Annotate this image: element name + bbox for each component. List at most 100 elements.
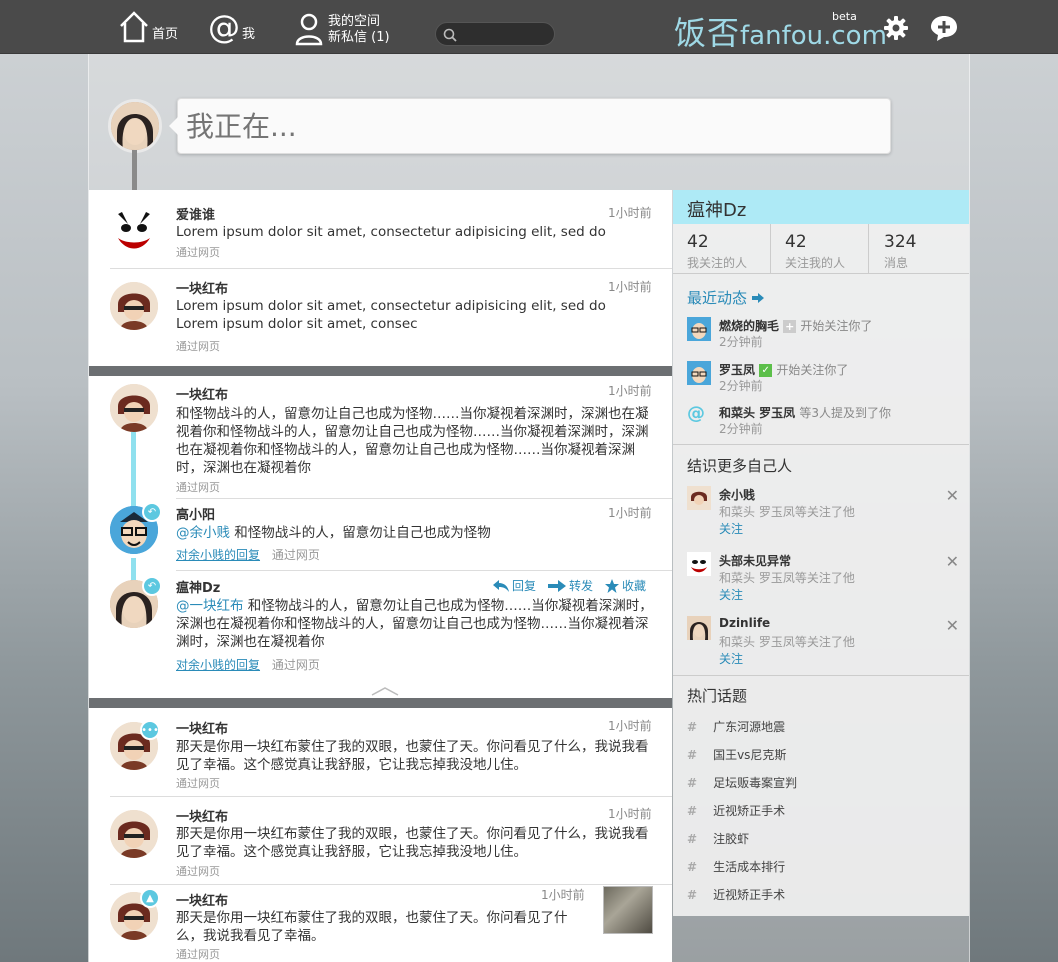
- topic-item[interactable]: # 足坛贩毒案宣判: [687, 774, 797, 791]
- reply-action[interactable]: 回复: [493, 577, 536, 594]
- compose-bubble-icon[interactable]: [930, 14, 958, 42]
- activity-user[interactable]: 燃烧的胸毛: [719, 319, 779, 333]
- topic-item[interactable]: # 近视矫正手术: [687, 802, 785, 819]
- my-avatar[interactable]: [108, 99, 162, 153]
- hot-topics-title: 热门话题: [687, 687, 748, 705]
- follow-link[interactable]: 关注: [719, 586, 743, 603]
- search-box[interactable]: [435, 22, 555, 46]
- post-time[interactable]: 1小时前: [608, 278, 652, 295]
- avatar[interactable]: [110, 208, 158, 256]
- hash-icon: #: [687, 860, 698, 874]
- avatar[interactable]: [687, 317, 711, 341]
- reply-meta: 对余小贱的回复 通过网页: [176, 546, 320, 563]
- post-via: 通过网页: [176, 481, 220, 494]
- suggestion-name[interactable]: Dzinlife: [719, 616, 770, 630]
- post-time[interactable]: 1小时前: [608, 805, 652, 822]
- avatar[interactable]: [110, 810, 158, 858]
- stat-followers[interactable]: 42 关注我的人: [771, 224, 869, 274]
- gear-icon[interactable]: [882, 14, 910, 42]
- timeline-post[interactable]: 爱谁谁 1小时前 Lorem ipsum dolor sit amet, con…: [89, 190, 672, 268]
- post-author[interactable]: 高小阳: [176, 504, 215, 523]
- topic-label: 广东河源地震: [713, 720, 786, 734]
- post-author[interactable]: 一块红布: [176, 384, 228, 403]
- mention-link[interactable]: @一块红布: [176, 598, 244, 614]
- topic-item[interactable]: # 国王vs尼克斯: [687, 746, 786, 763]
- follow-link[interactable]: 关注: [719, 650, 743, 667]
- nav-me[interactable]: @ 我: [208, 10, 255, 44]
- avatar[interactable]: [687, 616, 711, 640]
- nav-home[interactable]: 首页: [118, 10, 178, 44]
- avatar[interactable]: [110, 384, 158, 432]
- mention-link[interactable]: @余小贱: [176, 525, 230, 541]
- activity-time: 2分钟前: [719, 422, 763, 436]
- recent-activity-title[interactable]: 最近动态: [687, 287, 764, 308]
- composer-stem: [132, 150, 137, 190]
- thread-main-post[interactable]: 一块红布 1小时前 和怪物战斗的人，留意勿让自己也成为怪物……当你凝视着深渊时，…: [89, 376, 672, 498]
- post-author[interactable]: 爱谁谁: [176, 204, 215, 223]
- post-author[interactable]: 瘟神Dz: [176, 577, 220, 596]
- hash-icon: #: [687, 776, 698, 790]
- timeline-post[interactable]: 一块红布 1小时前 那天是你用一块红布蒙住了我的双眼，也蒙住了天。你问看见了什么…: [89, 796, 672, 884]
- post-time[interactable]: 1小时前: [608, 204, 652, 221]
- reply-to-link[interactable]: 对余小贱的回复: [176, 548, 260, 562]
- timeline: 爱谁谁 1小时前 Lorem ipsum dolor sit amet, con…: [89, 190, 672, 962]
- topic-item[interactable]: # 生活成本排行: [687, 858, 785, 875]
- avatar[interactable]: [687, 361, 711, 385]
- collapse-chevron-icon[interactable]: [371, 686, 399, 696]
- post-author[interactable]: 一块红布: [176, 890, 228, 909]
- post-author[interactable]: 一块红布: [176, 806, 228, 825]
- follow-link[interactable]: 关注: [719, 520, 743, 537]
- fanfou-logo[interactable]: 饭否fanfou.com beta: [674, 8, 887, 54]
- status-composer[interactable]: [169, 98, 891, 154]
- dismiss-close-icon[interactable]: ✕: [946, 552, 959, 571]
- post-time[interactable]: 1小时前: [608, 382, 652, 399]
- timeline-post[interactable]: 一块红布 1小时前 Lorem ipsum dolor sit amet, co…: [89, 268, 672, 366]
- activity-user[interactable]: 罗玉凤: [719, 363, 755, 377]
- stat-label: 消息: [884, 256, 909, 270]
- nav-space[interactable]: 我的空间 新私信 (1): [294, 10, 390, 46]
- thread-reply[interactable]: ↶ 高小阳 1小时前 @余小贱 和怪物战斗的人，留意勿让自己也成为怪物 对余小贱…: [89, 498, 672, 570]
- topic-item[interactable]: # 近视矫正手术: [687, 886, 785, 903]
- repost-label: 转发: [569, 579, 594, 593]
- post-text: @余小贱 和怪物战斗的人，留意勿让自己也成为怪物: [176, 524, 654, 542]
- sidebar-username[interactable]: 瘟神Dz: [687, 196, 746, 222]
- stat-number: 324: [884, 232, 917, 252]
- dismiss-close-icon[interactable]: ✕: [946, 486, 959, 505]
- stat-label: 关注我的人: [785, 256, 846, 270]
- reply-to-link[interactable]: 对余小贱的回复: [176, 658, 260, 672]
- suggestion-name[interactable]: 余小贱: [719, 486, 755, 503]
- repost-action[interactable]: 转发: [548, 577, 593, 594]
- arrow-right-icon: [751, 293, 764, 303]
- thread-reply[interactable]: ↶ 瘟神Dz 回复 转发 收藏 @一块红布 和怪物战斗的人，留意勿让自己也成为怪…: [89, 570, 672, 680]
- avatar[interactable]: [110, 282, 158, 330]
- post-time[interactable]: 1小时前: [608, 504, 652, 521]
- post-time[interactable]: 1小时前: [541, 886, 585, 903]
- avatar[interactable]: [687, 486, 711, 510]
- photo-badge-icon: ▲: [140, 888, 160, 908]
- avatar[interactable]: [687, 552, 711, 576]
- stat-messages[interactable]: 324 消息: [870, 224, 968, 274]
- plus-icon: +: [783, 320, 797, 333]
- timeline-post[interactable]: ▲ 一块红布 1小时前 那天是你用一块红布蒙住了我的双眼，也蒙住了天。你问看见了…: [89, 884, 672, 962]
- topic-item[interactable]: # 广东河源地震: [687, 718, 785, 735]
- post-author[interactable]: 一块红布: [176, 278, 228, 297]
- search-input[interactable]: [460, 25, 550, 43]
- timeline-post[interactable]: ••• 一块红布 1小时前 那天是你用一块红布蒙住了我的双眼，也蒙住了天。你问看…: [89, 708, 672, 796]
- reply-meta: 对余小贱的回复 通过网页: [176, 656, 320, 673]
- post-text: @一块红布 和怪物战斗的人，留意勿让自己也成为怪物……当你凝视着深渊时，深渊也在…: [176, 597, 654, 651]
- activity-text: 燃烧的胸毛 + 开始关注你了: [719, 317, 872, 334]
- stat-following[interactable]: 42 我关注的人: [673, 224, 771, 274]
- favorite-action[interactable]: 收藏: [605, 577, 646, 594]
- topic-item[interactable]: # 注胶虾: [687, 830, 749, 847]
- top-bar: 首页 @ 我 我的空间 新私信 (1) 饭否fanfou.com beta: [0, 0, 1058, 54]
- my-space-link[interactable]: 我的空间: [328, 14, 390, 30]
- post-photo-thumbnail[interactable]: [603, 886, 653, 934]
- post-time[interactable]: 1小时前: [608, 717, 652, 734]
- post-author[interactable]: 一块红布: [176, 718, 228, 737]
- post-text-body: 和怪物战斗的人，留意勿让自己也成为怪物……当你凝视着深渊时，深渊也在凝视着你和怪…: [176, 598, 653, 650]
- dismiss-close-icon[interactable]: ✕: [946, 616, 959, 635]
- new-messages-link[interactable]: 新私信 (1): [328, 30, 390, 46]
- activity-user[interactable]: 和菜头 罗玉凤: [719, 406, 795, 420]
- status-input[interactable]: [178, 99, 890, 153]
- suggestion-name[interactable]: 头部未见异常: [719, 552, 791, 569]
